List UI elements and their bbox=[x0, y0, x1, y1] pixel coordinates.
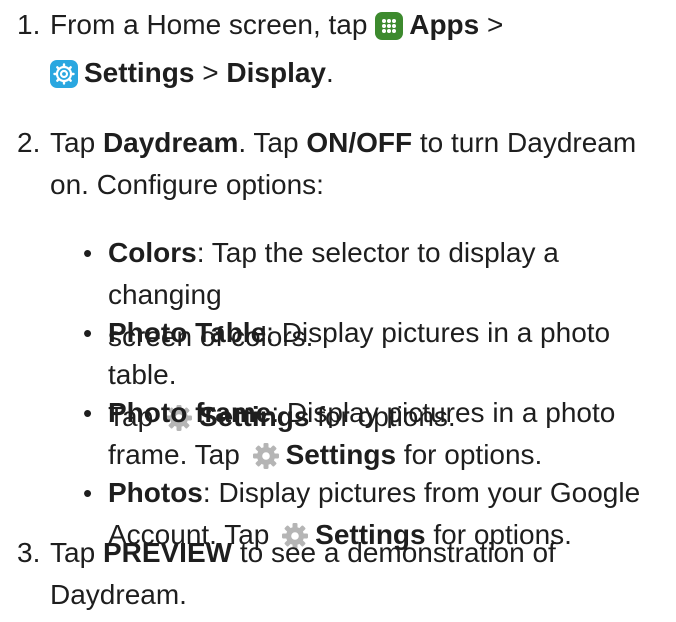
step-2-text-part: Tap bbox=[50, 127, 103, 158]
bullet-dot: • bbox=[83, 478, 93, 508]
step-1-text-part: From a Home screen, tap bbox=[50, 9, 376, 40]
step-1-line-1: From a Home screen, tap Apps > bbox=[50, 4, 670, 52]
bullet-text: frame. Tap bbox=[108, 439, 248, 470]
bullet-title: Photo Table bbox=[108, 317, 267, 348]
bullet-photo-table: • Photo Table: Display pictures in a pho… bbox=[0, 312, 676, 432]
apps-label: Apps bbox=[409, 9, 480, 40]
bullet-text: : Display pictures from your Google bbox=[202, 477, 641, 508]
bullet-line: Photos: Display pictures from your Googl… bbox=[108, 472, 674, 514]
bullet-photo-frame: • Photo frame: Display pictures in a pho… bbox=[0, 392, 676, 476]
bullet-text: : Display pictures in a photo bbox=[271, 397, 616, 428]
onoff-label: ON/OFF bbox=[306, 127, 413, 158]
daydream-label: Daydream bbox=[102, 127, 239, 158]
bullet-title: Photos bbox=[108, 477, 203, 508]
bullet-text: for options. bbox=[396, 439, 543, 470]
step-2-line-2: on. Configure options: bbox=[50, 169, 324, 200]
step-3-text: Tap PREVIEW to see a demonstration of Da… bbox=[50, 532, 670, 616]
step-2-text: Tap Daydream. Tap ON/OFF to turn Daydrea… bbox=[50, 122, 670, 206]
step-number: 1. bbox=[17, 9, 41, 40]
bullet-dot: • bbox=[83, 318, 93, 348]
settings-label: Settings bbox=[84, 57, 195, 88]
step-2-text-part: . Tap bbox=[238, 127, 307, 158]
bullet-title: Colors bbox=[108, 237, 197, 268]
step-3-line-2: Daydream. bbox=[50, 579, 187, 610]
step-3-text-part: to see a demonstration of bbox=[232, 537, 556, 568]
bullet-photo-frame-text: Photo frame: Display pictures in a photo… bbox=[108, 392, 674, 482]
settings-label: Settings bbox=[285, 439, 397, 470]
bullet-dot: • bbox=[83, 238, 93, 268]
step-2-line-1: Tap Daydream. Tap ON/OFF to turn Daydrea… bbox=[50, 122, 670, 164]
bullet-title: Photo frame bbox=[108, 397, 272, 428]
step-1: 1. From a Home screen, tap Apps > Settin… bbox=[0, 4, 676, 88]
step-1-sep: > bbox=[479, 9, 504, 40]
step-3-line-1: Tap PREVIEW to see a demonstration of bbox=[50, 532, 670, 574]
bullet-dot: • bbox=[83, 398, 93, 428]
bullet-line: Colors: Tap the selector to display a ch… bbox=[108, 232, 674, 316]
step-3: 3. Tap PREVIEW to see a demonstration of… bbox=[0, 532, 676, 616]
step-1-line-2: Settings > Display. bbox=[50, 52, 670, 100]
step-3-text-part: Tap bbox=[50, 537, 103, 568]
step-2-text-part: to turn Daydream bbox=[412, 127, 637, 158]
instructions-page: 1. From a Home screen, tap Apps > Settin… bbox=[0, 0, 676, 622]
step-number: 3. bbox=[17, 537, 41, 568]
bullet-line: Photo frame: Display pictures in a photo bbox=[108, 392, 674, 434]
preview-label: PREVIEW bbox=[102, 537, 233, 568]
step-2: 2. Tap Daydream. Tap ON/OFF to turn Dayd… bbox=[0, 122, 676, 206]
step-1-text: From a Home screen, tap Apps > Settings … bbox=[50, 4, 670, 100]
settings-app-icon bbox=[50, 58, 78, 100]
display-label: Display bbox=[226, 57, 326, 88]
apps-grid-icon bbox=[375, 10, 404, 52]
step-1-end: . bbox=[326, 57, 334, 88]
step-1-sep-2: > bbox=[194, 57, 227, 88]
bullet-colors: • Colors: Tap the selector to display a … bbox=[0, 232, 676, 352]
bullet-line: Photo Table: Display pictures in a photo… bbox=[108, 312, 674, 396]
step-number: 2. bbox=[17, 127, 41, 158]
